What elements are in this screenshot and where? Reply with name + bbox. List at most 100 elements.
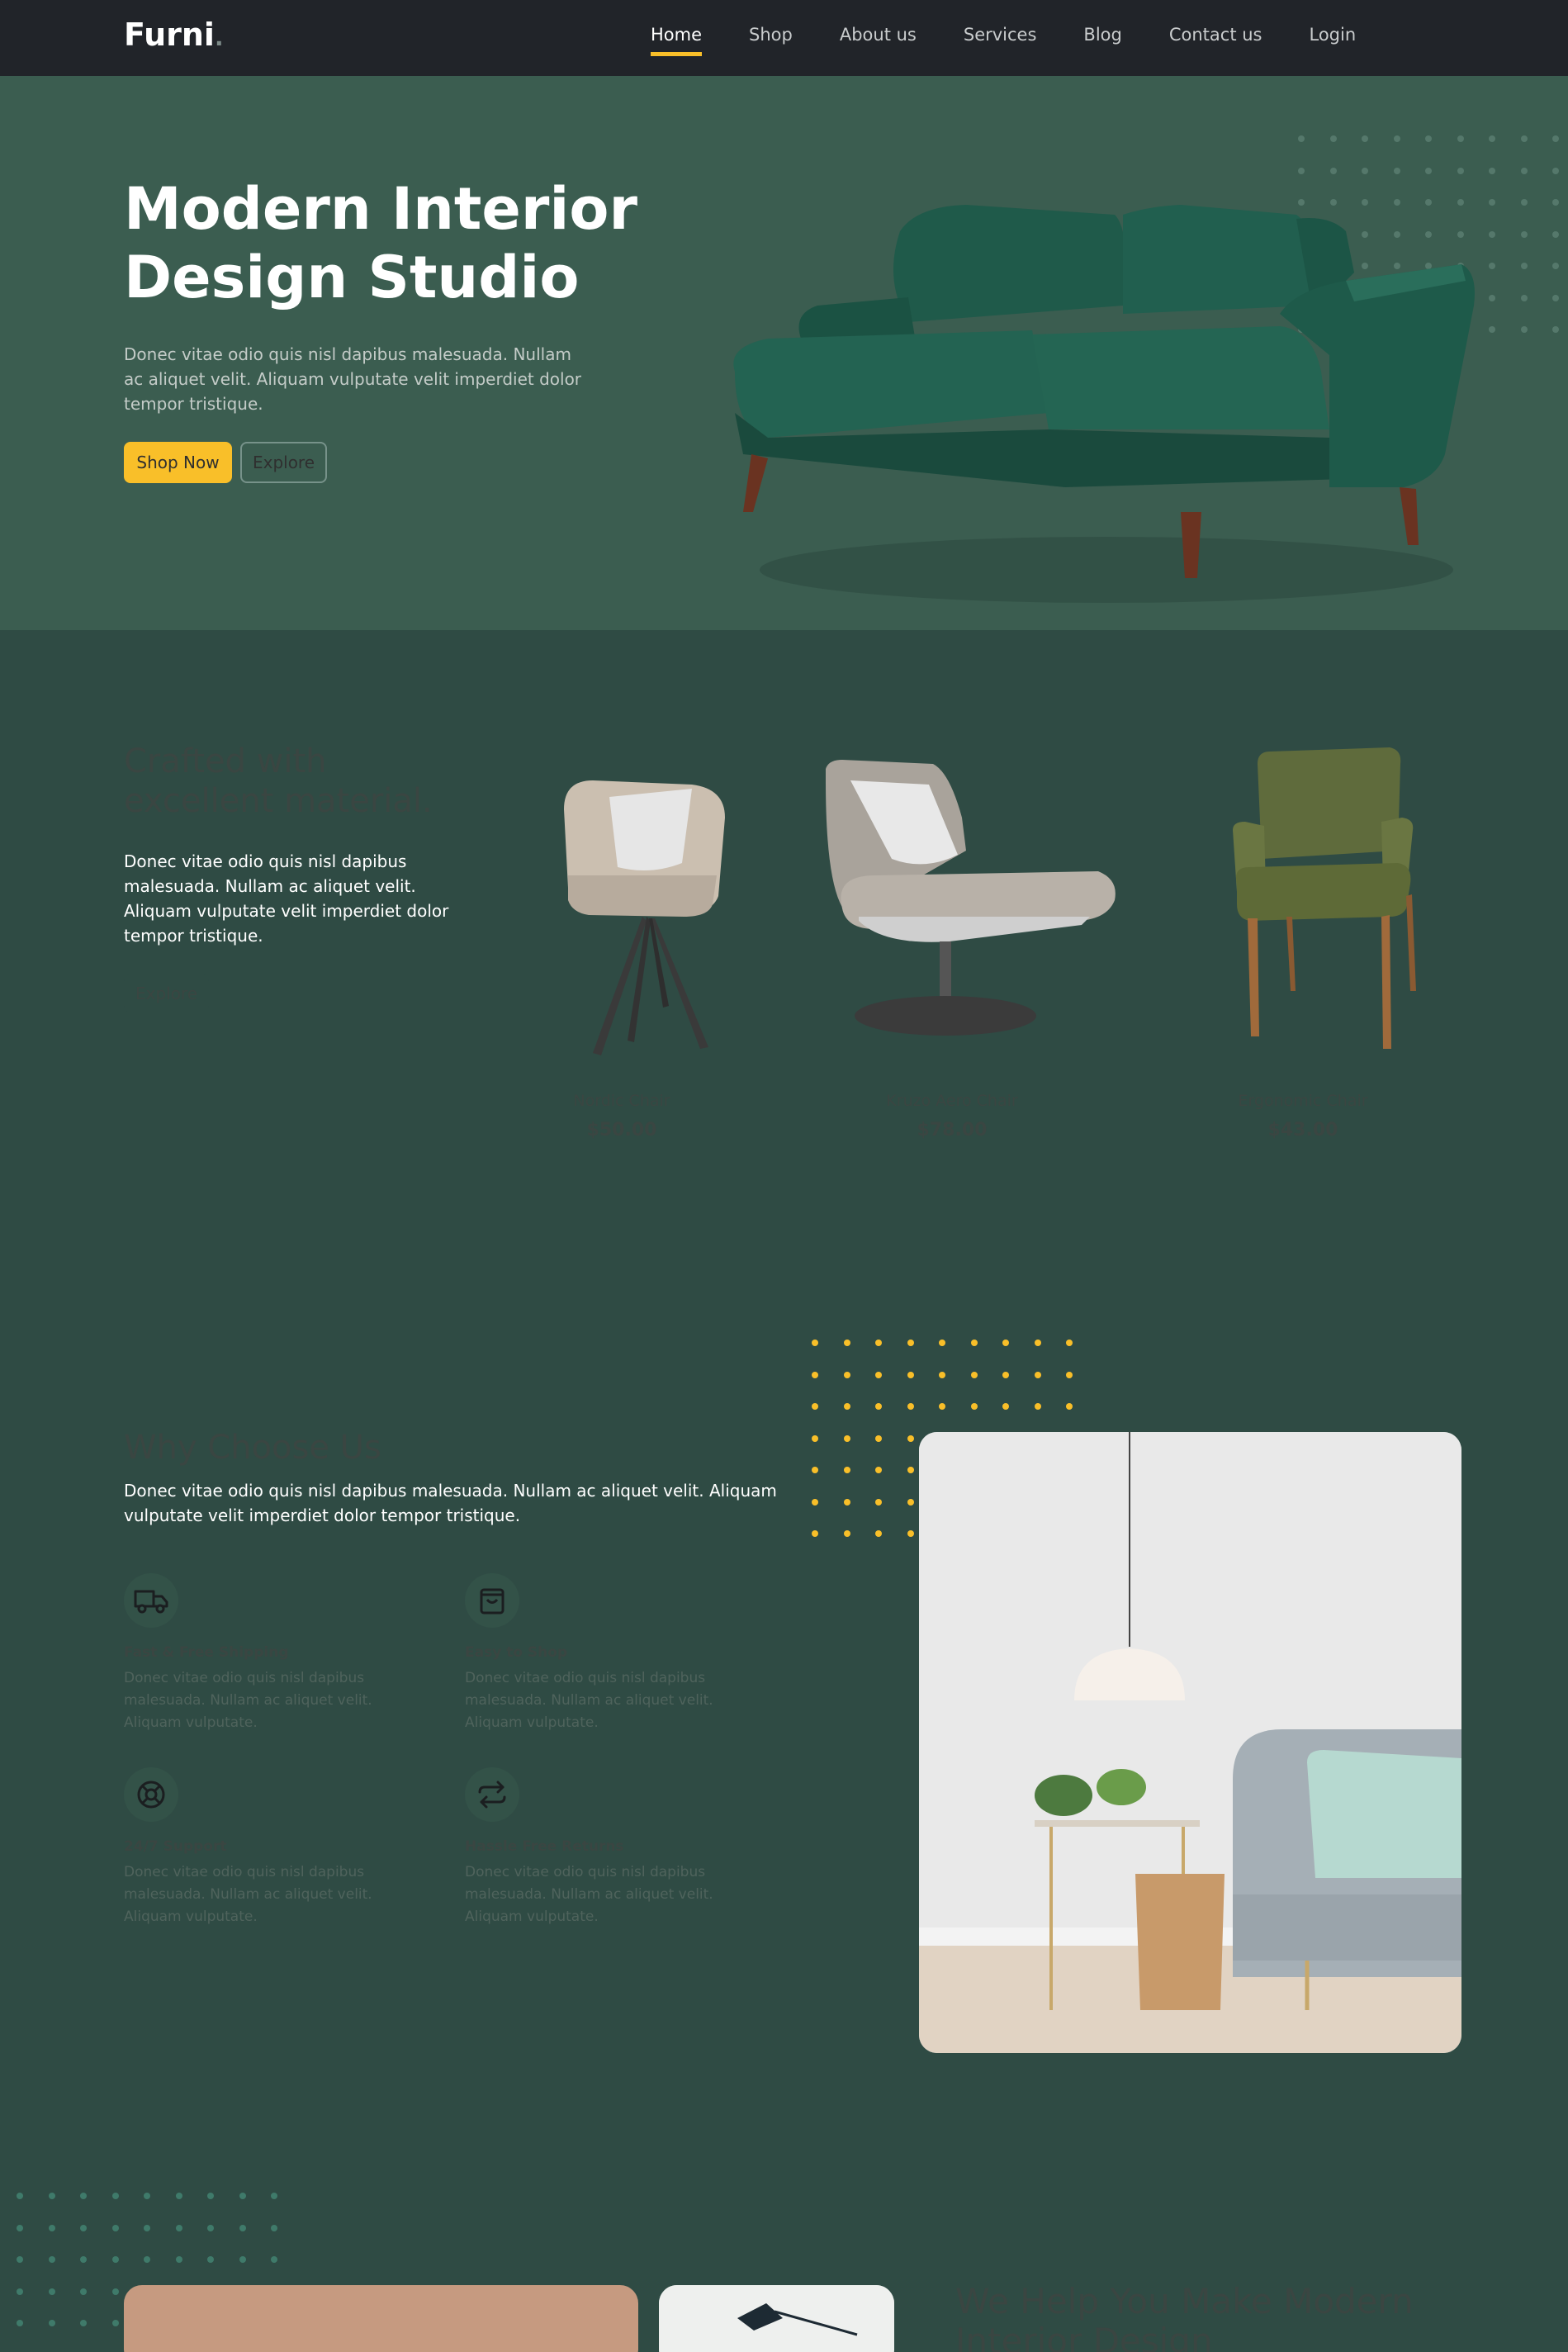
product-price: $78.00 (917, 1120, 988, 1140)
nav-item-services[interactable]: Services (964, 25, 1037, 58)
nav-item-contact[interactable]: Contact us (1169, 25, 1262, 58)
decoration-dot (17, 2256, 23, 2263)
crafted-explore-button[interactable]: Explore (124, 974, 209, 1012)
decoration-dot (1362, 167, 1368, 174)
decoration-dot (812, 1434, 818, 1442)
decoration-dot (1066, 1403, 1073, 1410)
decoration-dot (843, 1467, 850, 1473)
decoration-dot (1520, 135, 1528, 142)
decoration-dot (1489, 263, 1495, 269)
hero-description: Donec vitae odio quis nisl dapibus males… (124, 344, 582, 414)
nav-item-home[interactable]: Home (651, 25, 703, 58)
decoration-dot (939, 1403, 945, 1410)
decoration-dot (48, 2288, 55, 2295)
decoration-dot (812, 1340, 818, 1346)
decoration-dot (1520, 199, 1528, 206)
decoration-dot (1298, 167, 1305, 174)
support-icon (124, 1767, 178, 1822)
decoration-dot (1034, 1340, 1041, 1346)
bag-icon (465, 1573, 519, 1628)
product-name: Ergonomic Chair (1238, 1092, 1368, 1110)
product-card-nordic-chair[interactable]: Nordic Chair $50.00 (486, 743, 758, 1156)
product-card-kruzo-aero-chair[interactable]: Kruzo Aero Chair $78.00 (826, 743, 1116, 1156)
decoration-dot (239, 2224, 246, 2231)
decoration-dot (1520, 263, 1528, 269)
decoration-dot (875, 1498, 882, 1506)
decoration-dot (1393, 167, 1400, 174)
why-choose-us-description: Donec vitae odio quis nisl dapibus males… (124, 1481, 777, 1525)
decoration-dot (812, 1371, 818, 1378)
brand-logo[interactable]: Furni. (124, 17, 224, 53)
decoration-dot (875, 1434, 882, 1442)
nav-menu: Home Shop About us Services Blog Contact… (651, 25, 1403, 58)
decoration-dot (875, 1371, 882, 1378)
decoration-dot (239, 2193, 246, 2199)
decoration-dot (907, 1371, 914, 1378)
decoration-dot (111, 2193, 119, 2199)
truck-icon (124, 1573, 178, 1628)
lamp-scene (659, 2285, 894, 2352)
nav-item-about[interactable]: About us (840, 25, 917, 58)
kruzo-aero-chair-image (826, 760, 1116, 1036)
why-interior-image (919, 1432, 1461, 2053)
feature-title: Hassle Free Returns (465, 1838, 624, 1855)
decoration-dot (48, 2193, 55, 2199)
decoration-dot (1034, 1403, 1041, 1410)
nav-item-login[interactable]: Login (1309, 25, 1356, 58)
decoration-dot (48, 2256, 55, 2263)
decoration-dot (970, 1403, 978, 1410)
decoration-dot (111, 2288, 119, 2295)
product-name: Nordic Chair (573, 1092, 670, 1110)
decoration-dot (1520, 167, 1528, 174)
decoration-dot (970, 1371, 978, 1378)
decoration-dot (1298, 135, 1305, 142)
decoration-dot (970, 1340, 978, 1346)
decoration-dot (80, 2193, 87, 2199)
decoration-dot (1066, 1371, 1073, 1378)
returns-icon (465, 1767, 519, 1822)
decoration-dot (1552, 294, 1559, 301)
feature-description: Donec vitae odio quis nisl dapibus males… (465, 1864, 713, 1925)
decoration-dot (1520, 230, 1528, 238)
decoration-dot (80, 2320, 87, 2326)
decoration-dot (1066, 1340, 1073, 1346)
decoration-dot (939, 1371, 945, 1378)
decoration-dot (1552, 167, 1559, 174)
decoration-dot (812, 1467, 818, 1473)
decoration-dot (1457, 167, 1464, 174)
brand-name: Furni (124, 17, 215, 53)
decoration-dot (1489, 294, 1495, 301)
hero-title-line2: Design Studio (124, 244, 580, 311)
decoration-dot (207, 2224, 214, 2231)
decoration-dot (1552, 326, 1559, 333)
product-card-ergonomic-chair[interactable]: Ergonomic Chair $43.00 (1167, 743, 1439, 1156)
decoration-dot (875, 1403, 882, 1410)
decoration-dot (17, 2193, 23, 2199)
nordic-chair-image (564, 780, 725, 1055)
hero-explore-button[interactable]: Explore (240, 442, 327, 483)
interior-scene (919, 1432, 1461, 2053)
decoration-dot (843, 1530, 850, 1537)
decoration-dot (48, 2320, 55, 2326)
feature-title: 24/7 Support (124, 1838, 227, 1855)
decoration-dot (17, 2320, 23, 2326)
crafted-title: Crafted with excellent material. (124, 742, 433, 820)
crafted-description: Donec vitae odio quis nisl dapibus males… (124, 851, 449, 946)
decoration-dot (1520, 294, 1528, 301)
shop-now-button[interactable]: Shop Now (124, 442, 232, 483)
decoration-dot (875, 1467, 882, 1473)
decoration-dot (1002, 1371, 1009, 1378)
decoration-dot (271, 2193, 277, 2199)
feature-description: Donec vitae odio quis nisl dapibus males… (124, 1864, 372, 1925)
decoration-dot (144, 2193, 150, 2199)
decoration-dot (207, 2193, 214, 2199)
decoration-dot (907, 1340, 914, 1346)
decoration-dot (812, 1498, 818, 1506)
decoration-dot (1552, 199, 1559, 206)
decoration-dot (907, 1467, 914, 1473)
bottom-image-2 (659, 2285, 894, 2352)
nav-item-blog[interactable]: Blog (1083, 25, 1121, 58)
decoration-dot (843, 1403, 850, 1410)
nav-item-shop[interactable]: Shop (749, 25, 793, 58)
decoration-dot (907, 1530, 914, 1537)
